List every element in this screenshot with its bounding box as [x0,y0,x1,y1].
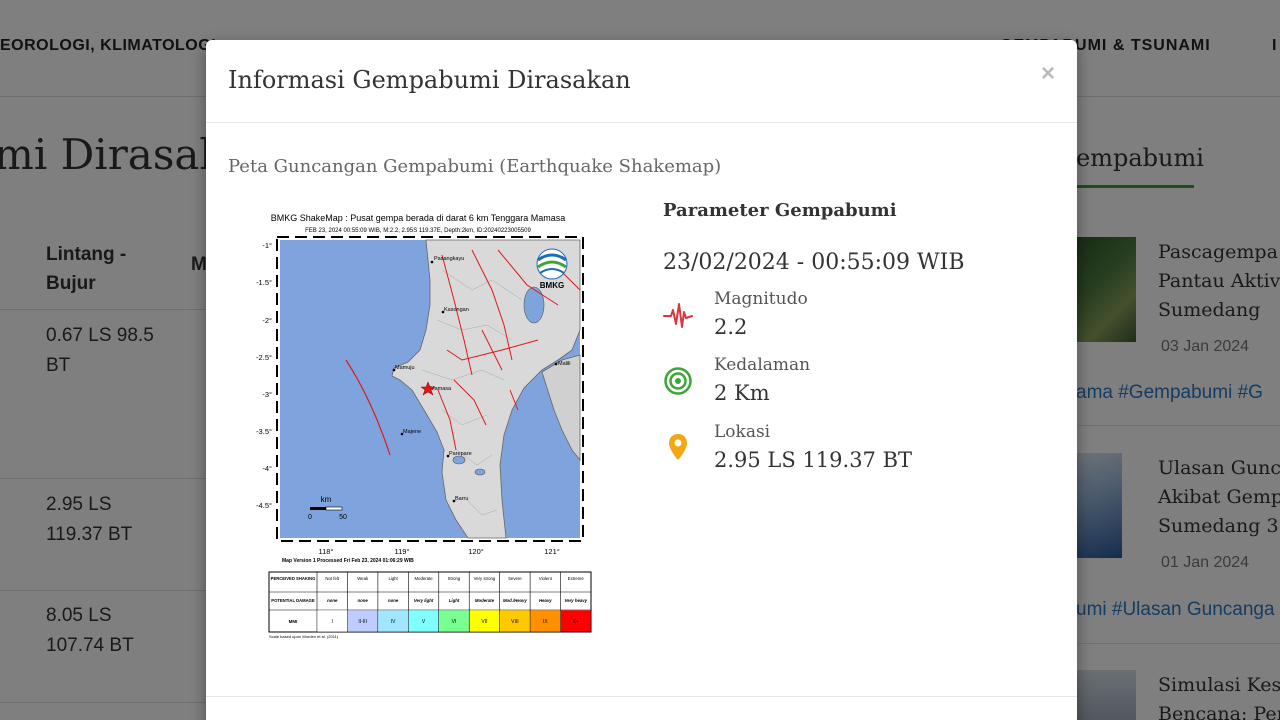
close-icon[interactable]: × [1038,60,1058,88]
legend-mmi-label: VIII [511,619,519,625]
lat-tick-label: -1° [262,241,272,250]
legend-damage-label: none [327,598,338,603]
legend-mmi-label: VII [481,619,487,625]
parameter-title: Parameter Gempabumi [663,200,897,221]
magnitude-label: Magnitudo [714,289,808,309]
legend-shaking-label: Severe [508,576,522,581]
legend-damage-label: Moderate [475,598,495,603]
legend-damage-label: Mod./Heavy [503,598,527,603]
map-pin-icon [669,434,687,460]
town-label: Malili [558,361,571,367]
earthquake-info-modal: Informasi Gempabumi Dirasakan × Peta Gun… [206,40,1077,720]
legend-row-label: PERCEIVED SHAKING [271,576,316,581]
map-processing-note: Map Version 1 Processed Fri Feb 23, 2024… [282,558,414,564]
lat-tick-label: -4° [262,464,272,473]
legend-damage-label: Light [449,598,460,603]
lat-tick-label: -3.5° [256,427,272,436]
location-value: 2.95 LS 119.37 BT [714,448,913,472]
lake [523,286,545,324]
legend-shaking-label: Extreme [568,576,585,581]
magnitude-value: 2.2 [714,315,748,339]
town-label: Parepare [449,451,472,457]
scale-label: 0 [308,514,312,521]
lake [474,468,486,476]
shaking-legend: Not felt none I Weak none II-III Light none IV Mo… [268,571,592,639]
shakemap-header-line2: FEB 23, 2024 00:55:09 WIB, M:2.2, 2.95S … [305,228,531,234]
lon-tick-label: 121° [544,547,560,556]
scale-label: 50 [339,514,347,521]
legend-source-note: Scale based upon Worden et al. (2011) [269,634,339,639]
legend-shaking-label: Strong [448,576,461,581]
legend-row-label: MMI [289,619,298,624]
lon-tick-label: 118° [319,547,334,556]
modal-title: Informasi Gempabumi Dirasakan [228,66,631,94]
lat-tick-label: -2.5° [256,353,272,362]
shakemap-caption: Peta Guncangan Gempabumi (Earthquake Sha… [228,156,722,177]
legend-mmi-label: X+ [573,619,579,625]
legend-shaking-label: Moderate [414,576,433,581]
lon-tick-label: 120° [468,547,484,556]
legend-shaking-label: Very strong [474,576,496,581]
location-label: Lokasi [714,422,771,442]
lon-tick-label: 119° [395,547,410,556]
modal-header: Informasi Gempabumi Dirasakan × [206,40,1077,123]
event-datetime: 23/02/2024 - 00:55:09 WIB [663,250,965,275]
legend-damage-label: none [388,598,399,603]
depth-rings-icon [664,367,692,395]
legend-damage-label: Very heavy [565,598,588,603]
lake [452,455,466,465]
town-label: Barru [455,496,468,502]
town-label: Pasangkayu [434,256,464,262]
seismograph-icon [663,303,693,328]
depth-label: Kedalaman [714,355,811,375]
lat-tick-label: -4.5° [256,501,272,510]
town-label: Mamuju [395,365,415,371]
legend-mmi-label: IX [543,619,548,625]
legend-row-label: POTENTIAL DAMAGE [271,598,315,603]
shakemap-header-line1: BMKG ShakeMap : Pusat gempa berada di da… [271,213,566,223]
legend-shaking-label: Weak [357,576,369,581]
legend-damage-label: Heavy [539,598,552,603]
town-label: Kasongan [444,307,469,313]
lat-tick-label: -3° [262,390,272,399]
shakemap-image[interactable]: BMKG ShakeMap : Pusat gempa berada di da… [242,210,594,640]
bmkg-logo-text: BMKG [540,281,564,290]
modal-footer-divider [206,696,1077,697]
legend-mmi-label: II-III [358,619,367,625]
town-label: Majene [403,429,421,435]
legend-damage-label: none [358,598,369,603]
legend-shaking-label: Violent [539,576,553,581]
legend-shaking-label: Light [388,576,398,581]
scale-unit: km [321,495,332,504]
legend-shaking-label: Not felt [325,576,339,581]
lat-tick-label: -1.5° [256,278,272,287]
legend-damage-label: Very light [414,598,434,603]
legend-mmi-label: VI [452,619,457,625]
bmkg-logo: BMKG [536,248,568,290]
legend-mmi-label: I [332,619,333,625]
legend-mmi-label: IV [391,619,396,625]
lat-tick-label: -2° [262,316,272,325]
depth-value: 2 Km [714,381,770,405]
